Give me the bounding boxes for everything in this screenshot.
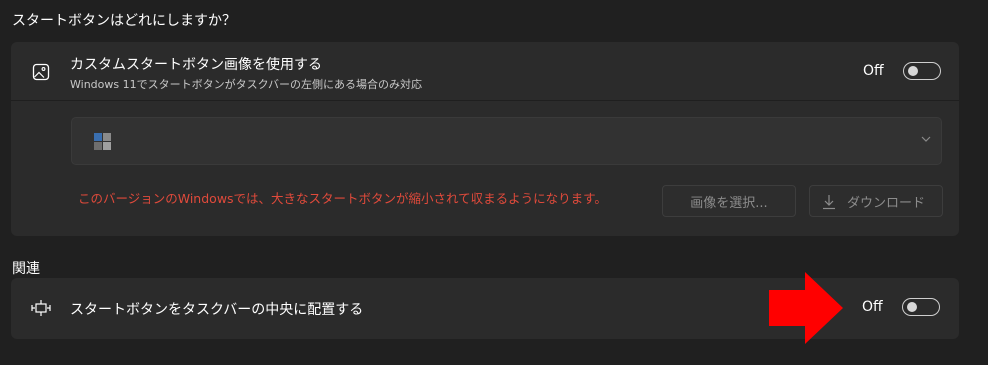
select-image-label: 画像を選択... — [690, 195, 768, 211]
toggle-knob — [908, 66, 918, 76]
center-taskbar-toggle-state: Off — [862, 299, 883, 315]
image-icon — [31, 62, 51, 82]
center-taskbar-title: スタートボタンをタスクバーの中央に配置する — [70, 302, 364, 318]
custom-image-toggle[interactable] — [903, 62, 941, 80]
center-taskbar-toggle[interactable] — [902, 298, 940, 316]
select-image-button[interactable]: 画像を選択... — [662, 185, 796, 217]
section-heading-start-button: スタートボタンはどれにしますか？ — [12, 13, 236, 29]
red-arrow-icon — [767, 270, 845, 346]
taskbar-center-icon — [31, 298, 51, 318]
custom-image-subtitle: Windows 11でスタートボタンがタスクバーの左側にある場合のみ対応 — [70, 78, 423, 91]
custom-start-button-card: カスタムスタートボタン画像を使用する Windows 11でスタートボタンがタス… — [11, 42, 959, 236]
custom-image-toggle-state: Off — [863, 63, 884, 79]
section-heading-related: 関連 — [12, 261, 40, 277]
start-button-preview-icon — [94, 133, 116, 155]
download-icon — [822, 194, 836, 210]
custom-image-title: カスタムスタートボタン画像を使用する — [70, 57, 322, 73]
version-warning-text: このバージョンのWindowsでは、大きなスタートボタンが縮小されて収まるように… — [78, 191, 607, 206]
chevron-down-icon — [920, 132, 932, 146]
settings-page: スタートボタンはどれにしますか？ カスタムスタートボタン画像を使用する Wind… — [0, 0, 988, 365]
start-button-image-dropdown[interactable] — [71, 117, 942, 165]
card-divider — [11, 100, 959, 101]
download-button[interactable]: ダウンロード — [809, 185, 943, 217]
toggle-knob — [907, 302, 917, 312]
download-label: ダウンロード — [846, 195, 925, 211]
